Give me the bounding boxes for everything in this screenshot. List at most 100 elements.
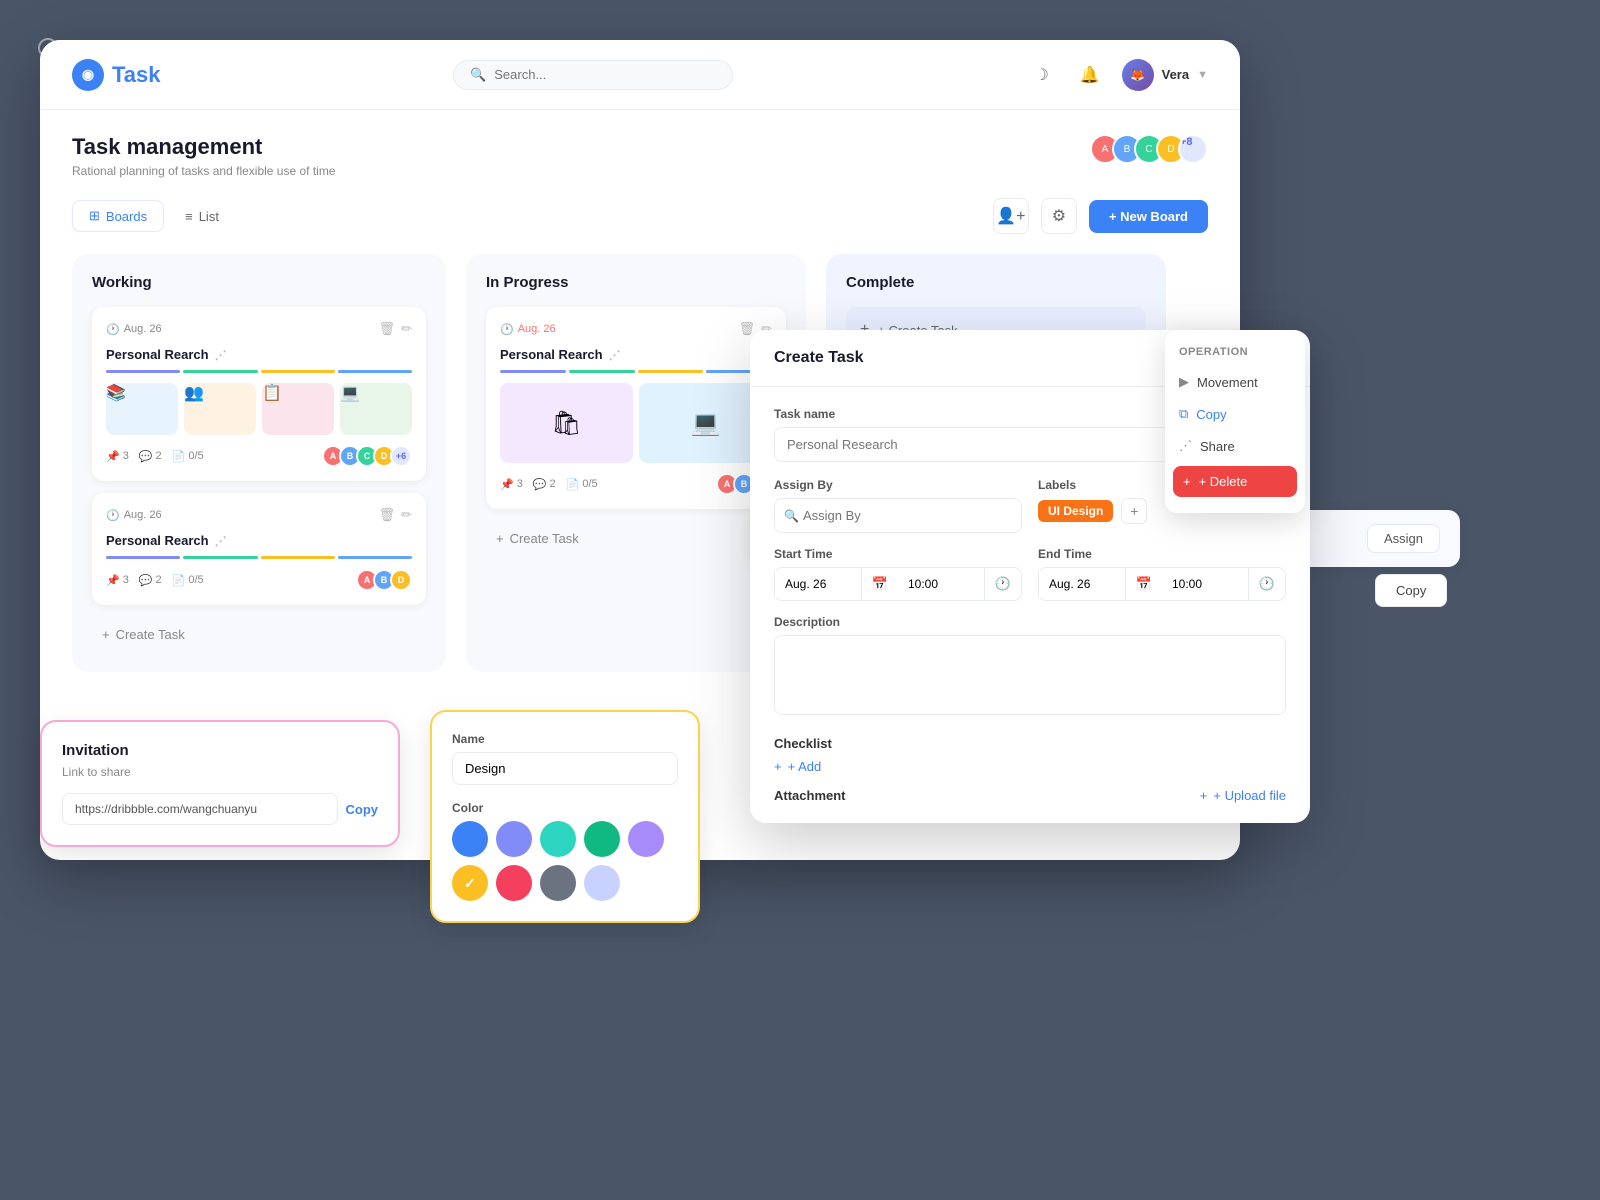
page-subtitle: Rational planning of tasks and flexible …	[72, 164, 336, 178]
assign-button[interactable]: Assign	[1367, 524, 1440, 553]
start-datetime-input: 📅 🕐	[774, 567, 1022, 601]
edit-card-icon[interactable]: ✏	[401, 321, 412, 337]
color-dot-8[interactable]	[584, 865, 620, 901]
mini-av-3: D	[390, 569, 412, 591]
end-time-label: End Time	[1038, 547, 1286, 561]
name-input[interactable]	[452, 752, 678, 785]
plus-icon-upload: +	[1200, 788, 1208, 803]
assign-search-icon: 🔍	[784, 509, 799, 523]
user-badge[interactable]: 🦊 Vera ▼	[1122, 59, 1208, 91]
calendar-icon-start[interactable]: 📅	[861, 568, 898, 600]
pin-stat: 📌3	[106, 450, 129, 463]
share-icon-2[interactable]: ⋰	[215, 534, 227, 548]
card-actions-2: 🗑 ✏	[379, 507, 412, 523]
avatar-extra: +6	[390, 445, 412, 467]
colors-grid	[452, 821, 678, 901]
plus-icon-p: +	[496, 531, 504, 546]
color-dot-3[interactable]	[584, 821, 620, 857]
add-checklist-button[interactable]: + + Add	[774, 759, 821, 774]
share-button[interactable]: ⋰ Share	[1165, 430, 1305, 462]
card-stats: 📌3 💬2 📄0/5	[106, 450, 204, 463]
color-dot-2[interactable]	[540, 821, 576, 857]
share-label: Share	[1200, 439, 1235, 454]
upload-label: + Upload file	[1213, 788, 1286, 803]
page-header: Task management Rational planning of tas…	[72, 134, 1208, 178]
card-footer-2: 📌3 💬2 📄0/5 A B D	[106, 569, 412, 591]
calendar-icon-end[interactable]: 📅	[1125, 568, 1162, 600]
tab-boards[interactable]: ⊞ Boards	[72, 200, 164, 232]
color-dot-1[interactable]	[496, 821, 532, 857]
tab-list[interactable]: ≡ List	[168, 200, 236, 232]
edit-card-icon-2[interactable]: ✏	[401, 507, 412, 523]
end-time-input[interactable]	[1162, 569, 1248, 599]
create-task-button-progress[interactable]: + Create Task	[486, 521, 786, 556]
ui-design-badge[interactable]: UI Design	[1038, 500, 1113, 522]
checklist-group: Checklist + + Add	[774, 736, 1286, 774]
boards-icon: ⊞	[89, 208, 100, 224]
card-header: 🕐 Aug. 26 🗑 ✏	[106, 321, 412, 337]
avatar-group: A B C D +8	[1090, 134, 1208, 164]
task-stat: 📄0/5	[172, 450, 204, 463]
card-actions: 🗑 ✏	[379, 321, 412, 337]
progress-bars	[106, 370, 412, 373]
upload-file-button[interactable]: + + Upload file	[1200, 788, 1286, 803]
delete-icon: +	[1183, 474, 1191, 489]
clock-icon-overdue: 🕐	[500, 323, 514, 336]
invitation-link-input[interactable]	[62, 793, 338, 825]
start-time-label: Start Time	[774, 547, 1022, 561]
comment-stat-p: 💬2	[533, 478, 556, 491]
copy-icon: ⧉	[1179, 406, 1188, 422]
settings-button[interactable]: ⚙	[1041, 198, 1077, 234]
avatar-count: +8	[1178, 134, 1208, 164]
delete-card-icon-2[interactable]: 🗑	[379, 507, 396, 523]
add-label-button[interactable]: +	[1121, 498, 1147, 524]
card-date-2: 🕐 Aug. 26	[106, 509, 162, 522]
bell-icon[interactable]: 🔔	[1074, 59, 1106, 91]
copy-button[interactable]: ⧉ Copy	[1165, 398, 1305, 430]
pbp-2	[569, 370, 635, 373]
attachment-group: Attachment + + Upload file	[774, 788, 1286, 803]
copy-label: Copy	[1196, 407, 1226, 422]
moon-icon[interactable]: ☽	[1026, 59, 1058, 91]
description-textarea[interactable]	[774, 635, 1286, 715]
operation-panel: Operation ▶ Movement ⧉ Copy ⋰ Share + + …	[1165, 330, 1305, 513]
share-icon[interactable]: ⋰	[215, 348, 227, 362]
clock-icon-start[interactable]: 🕐	[984, 568, 1021, 600]
clock-icon-2: 🕐	[106, 509, 120, 522]
create-task-label: Create Task	[116, 627, 185, 642]
delete-card-icon[interactable]: 🗑	[379, 321, 396, 337]
chevron-down-icon: ▼	[1197, 69, 1208, 81]
end-datetime-input: 📅 🕐	[1038, 567, 1286, 601]
movement-button[interactable]: ▶ Movement	[1165, 366, 1305, 398]
search-input[interactable]	[494, 67, 716, 82]
color-dot-4[interactable]	[628, 821, 664, 857]
color-dot-7[interactable]	[540, 865, 576, 901]
color-dot-0[interactable]	[452, 821, 488, 857]
card-image-2: 👥	[184, 383, 256, 435]
search-bar[interactable]: 🔍	[453, 60, 733, 90]
copy-floating-button[interactable]: Copy	[1375, 574, 1447, 607]
color-dot-5[interactable]	[452, 865, 488, 901]
end-date-input[interactable]	[1039, 569, 1125, 599]
assign-col: Assign By 🔍	[774, 478, 1022, 533]
invitation-copy-button[interactable]: Copy	[346, 802, 379, 817]
add-member-button[interactable]: 👤+	[993, 198, 1029, 234]
start-time-input[interactable]	[898, 569, 984, 599]
color-dot-6[interactable]	[496, 865, 532, 901]
create-task-button-working[interactable]: + Create Task	[92, 617, 426, 652]
start-time-col: Start Time 📅 🕐	[774, 547, 1022, 601]
start-date-input[interactable]	[775, 569, 861, 599]
share-icon-p[interactable]: ⋰	[609, 348, 621, 362]
clock-icon-end[interactable]: 🕐	[1248, 568, 1285, 600]
task-stat-2: 📄0/5	[172, 574, 204, 587]
card-stats-2: 📌3 💬2 📄0/5	[106, 574, 204, 587]
list-icon: ≡	[185, 209, 193, 224]
delete-button[interactable]: + + Delete	[1173, 466, 1297, 497]
new-board-button[interactable]: + New Board	[1089, 200, 1208, 233]
clock-icon: 🕐	[106, 323, 120, 336]
assign-input[interactable]	[774, 498, 1022, 533]
add-label: + Add	[788, 759, 822, 774]
app-header: ◉ Task 🔍 ☽ 🔔 🦊 Vera ▼	[40, 40, 1240, 110]
card-images: 📚 👥 📋 💻	[106, 383, 412, 435]
end-time-col: End Time 📅 🕐	[1038, 547, 1286, 601]
